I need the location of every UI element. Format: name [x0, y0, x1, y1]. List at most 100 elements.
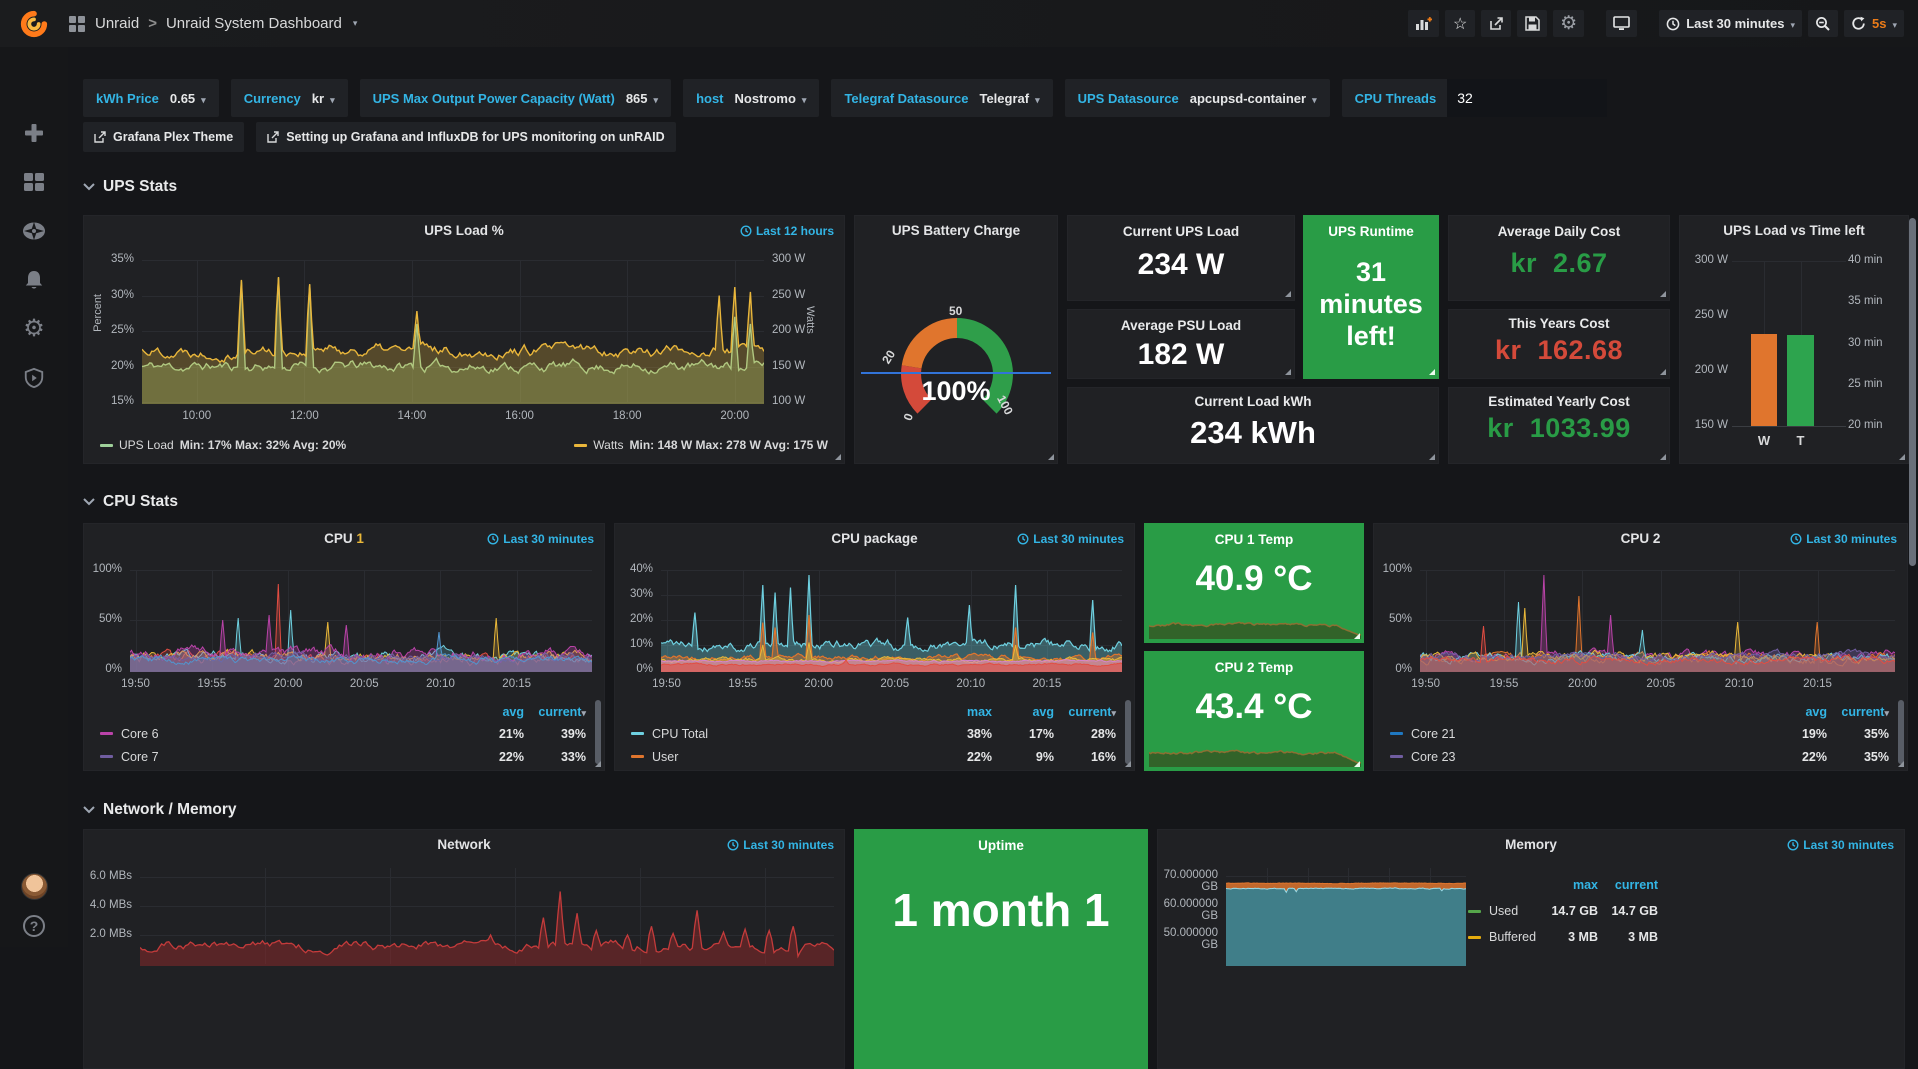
panel-resize-handle[interactable]: [835, 454, 841, 460]
panel-resize-handle[interactable]: [1429, 369, 1435, 375]
panel-resize-handle[interactable]: [1660, 369, 1666, 375]
stat-title[interactable]: Estimated Yearly Cost: [1449, 388, 1669, 409]
panel-resize-handle[interactable]: [1285, 369, 1291, 375]
legend-sort-column[interactable]: current: [1827, 705, 1889, 719]
gauge-tick: 50: [949, 304, 962, 318]
page-scrollbar-thumb[interactable]: [1909, 218, 1916, 566]
panel-resize-handle[interactable]: [595, 761, 601, 767]
stat-title[interactable]: UPS Runtime: [1304, 216, 1438, 239]
chevron-down-icon: [201, 91, 206, 106]
save-dashboard-button[interactable]: [1517, 10, 1547, 37]
panel-resize-handle[interactable]: [1899, 454, 1905, 460]
variable-telegraf-datasource[interactable]: Telegraf Datasource Telegraf: [831, 79, 1052, 117]
panel-resize-handle[interactable]: [1354, 633, 1360, 639]
breadcrumb-app[interactable]: Unraid: [95, 15, 139, 32]
cpu-threads-input[interactable]: [1447, 79, 1607, 117]
panel-time-range-link[interactable]: Last 30 minutes: [1787, 838, 1894, 852]
y-axis-tick-right: 300 W: [772, 253, 840, 265]
cycle-view-mode-button[interactable]: [1606, 10, 1637, 37]
cpu-row: CPU 1 Last 30 minutes avgcurrent Core 6 …: [83, 523, 1905, 771]
stat-title[interactable]: Uptime: [855, 830, 1147, 853]
help-icon[interactable]: ?: [23, 915, 45, 937]
panel-resize-handle[interactable]: [1354, 761, 1360, 767]
section-ups-stats[interactable]: UPS Stats: [83, 178, 1905, 196]
panel-resize-handle[interactable]: [1660, 454, 1666, 460]
y-axis-tick-right: 25 min: [1848, 378, 1906, 390]
star-dashboard-button[interactable]: ☆: [1445, 10, 1475, 37]
link-grafana-influxdb-ups-guide[interactable]: Setting up Grafana and InfluxDB for UPS …: [256, 122, 675, 152]
legend-sort-column[interactable]: current: [524, 705, 586, 719]
refresh-button[interactable]: 5s: [1844, 10, 1904, 37]
stat-title[interactable]: CPU 2 Temp: [1145, 652, 1363, 675]
panel-time-range-link[interactable]: Last 30 minutes: [487, 532, 594, 546]
variable-currency[interactable]: Currency kr: [231, 79, 348, 117]
zoom-out-time-button[interactable]: [1808, 10, 1838, 37]
legend: maxavgcurrent CPU Total 38%17%28% User 2…: [631, 702, 1116, 768]
panel-cpu-package: CPU package Last 30 minutes maxavgcurren…: [614, 523, 1135, 771]
legend-series-stats: Min: 148 W Max: 278 W Avg: 175 W: [630, 438, 829, 452]
stat-title[interactable]: CPU 1 Temp: [1145, 524, 1363, 547]
panel-average-psu-load: Average PSU Load 182 W: [1067, 309, 1295, 379]
panel-resize-handle[interactable]: [1048, 454, 1054, 460]
clock-icon: [1017, 533, 1029, 545]
server-admin-shield-icon[interactable]: [23, 367, 45, 389]
alerting-bell-icon[interactable]: [23, 269, 45, 291]
dashboard-picker-caret-icon[interactable]: [353, 18, 358, 29]
legend-scrollbar[interactable]: [1125, 700, 1131, 764]
panel-title[interactable]: UPS Load vs Time left: [1680, 216, 1908, 238]
legend: avgcurrent Core 6 21%39% Core 7 22%33%: [100, 702, 586, 768]
configuration-gear-icon[interactable]: ⚙: [23, 318, 45, 340]
variable-kwh-price[interactable]: kWh Price 0.65: [83, 79, 219, 117]
panel-time-range-link[interactable]: Last 30 minutes: [727, 838, 834, 852]
panel-time-range-link[interactable]: Last 30 minutes: [1017, 532, 1124, 546]
chart-canvas: [1226, 868, 1466, 966]
stat-title[interactable]: Current Load kWh: [1068, 388, 1438, 409]
y-axis-tick: 25%: [84, 324, 134, 336]
dashboard-settings-button[interactable]: ⚙: [1553, 10, 1584, 37]
stat-title[interactable]: Current UPS Load: [1068, 216, 1294, 239]
chart-canvas: [130, 570, 592, 672]
panel-resize-handle[interactable]: [1125, 761, 1131, 767]
variable-ups-datasource[interactable]: UPS Datasource apcupsd-container: [1065, 79, 1330, 117]
section-cpu-stats[interactable]: CPU Stats: [83, 493, 1905, 511]
refresh-interval-label[interactable]: 5s: [1872, 16, 1886, 31]
panel-resize-handle[interactable]: [1898, 761, 1904, 767]
legend-series-name[interactable]: UPS Load: [119, 438, 174, 452]
panel-resize-handle[interactable]: [1660, 291, 1666, 297]
legend-scrollbar[interactable]: [1898, 700, 1904, 764]
dashboards-grid-icon[interactable]: [68, 15, 86, 33]
y-axis-tick: 4.0 MBs: [84, 899, 132, 911]
y-axis-tick: 0%: [615, 663, 653, 675]
breadcrumb-dashboard-title[interactable]: Unraid System Dashboard: [166, 15, 342, 32]
explore-compass-icon[interactable]: [22, 220, 46, 242]
panel-title[interactable]: UPS Battery Charge: [855, 216, 1057, 238]
y-axis-tick: 150 W: [1682, 419, 1728, 431]
panel-title[interactable]: UPS Load %: [84, 216, 844, 238]
stat-title[interactable]: This Years Cost: [1449, 310, 1669, 331]
add-panel-button[interactable]: [1408, 10, 1439, 37]
time-range-label: Last 30 minutes: [1686, 16, 1784, 31]
legend-sort-column[interactable]: current: [1054, 705, 1116, 719]
sidebar-dashboards-icon[interactable]: [23, 171, 45, 193]
section-network-memory[interactable]: Network / Memory: [83, 801, 1905, 819]
create-plus-icon[interactable]: [23, 122, 45, 144]
monitor-icon: [1613, 16, 1630, 31]
sidebar: ⚙ ?: [0, 47, 68, 947]
user-avatar[interactable]: [21, 873, 48, 900]
variable-ups-max-output[interactable]: UPS Max Output Power Capacity (Watt) 865: [360, 79, 671, 117]
panel-time-range-link[interactable]: Last 30 minutes: [1790, 532, 1897, 546]
variable-host[interactable]: host Nostromo: [683, 79, 819, 117]
legend-scrollbar[interactable]: [595, 700, 601, 764]
grafana-logo[interactable]: [19, 9, 49, 39]
share-dashboard-button[interactable]: [1481, 10, 1511, 37]
stat-title[interactable]: Average PSU Load: [1068, 310, 1294, 333]
stat-title[interactable]: Average Daily Cost: [1449, 216, 1669, 239]
panel-time-range-link[interactable]: Last 12 hours: [740, 224, 834, 238]
panel-resize-handle[interactable]: [1429, 454, 1435, 460]
link-grafana-plex-theme[interactable]: Grafana Plex Theme: [83, 122, 244, 152]
legend-row: Used 14.7 GB14.7 GB: [1468, 898, 1658, 924]
legend-series-name[interactable]: Watts: [593, 438, 623, 452]
panel-resize-handle[interactable]: [1285, 291, 1291, 297]
refresh-interval-caret-icon[interactable]: [1892, 16, 1897, 31]
time-range-picker-button[interactable]: Last 30 minutes: [1659, 10, 1802, 37]
